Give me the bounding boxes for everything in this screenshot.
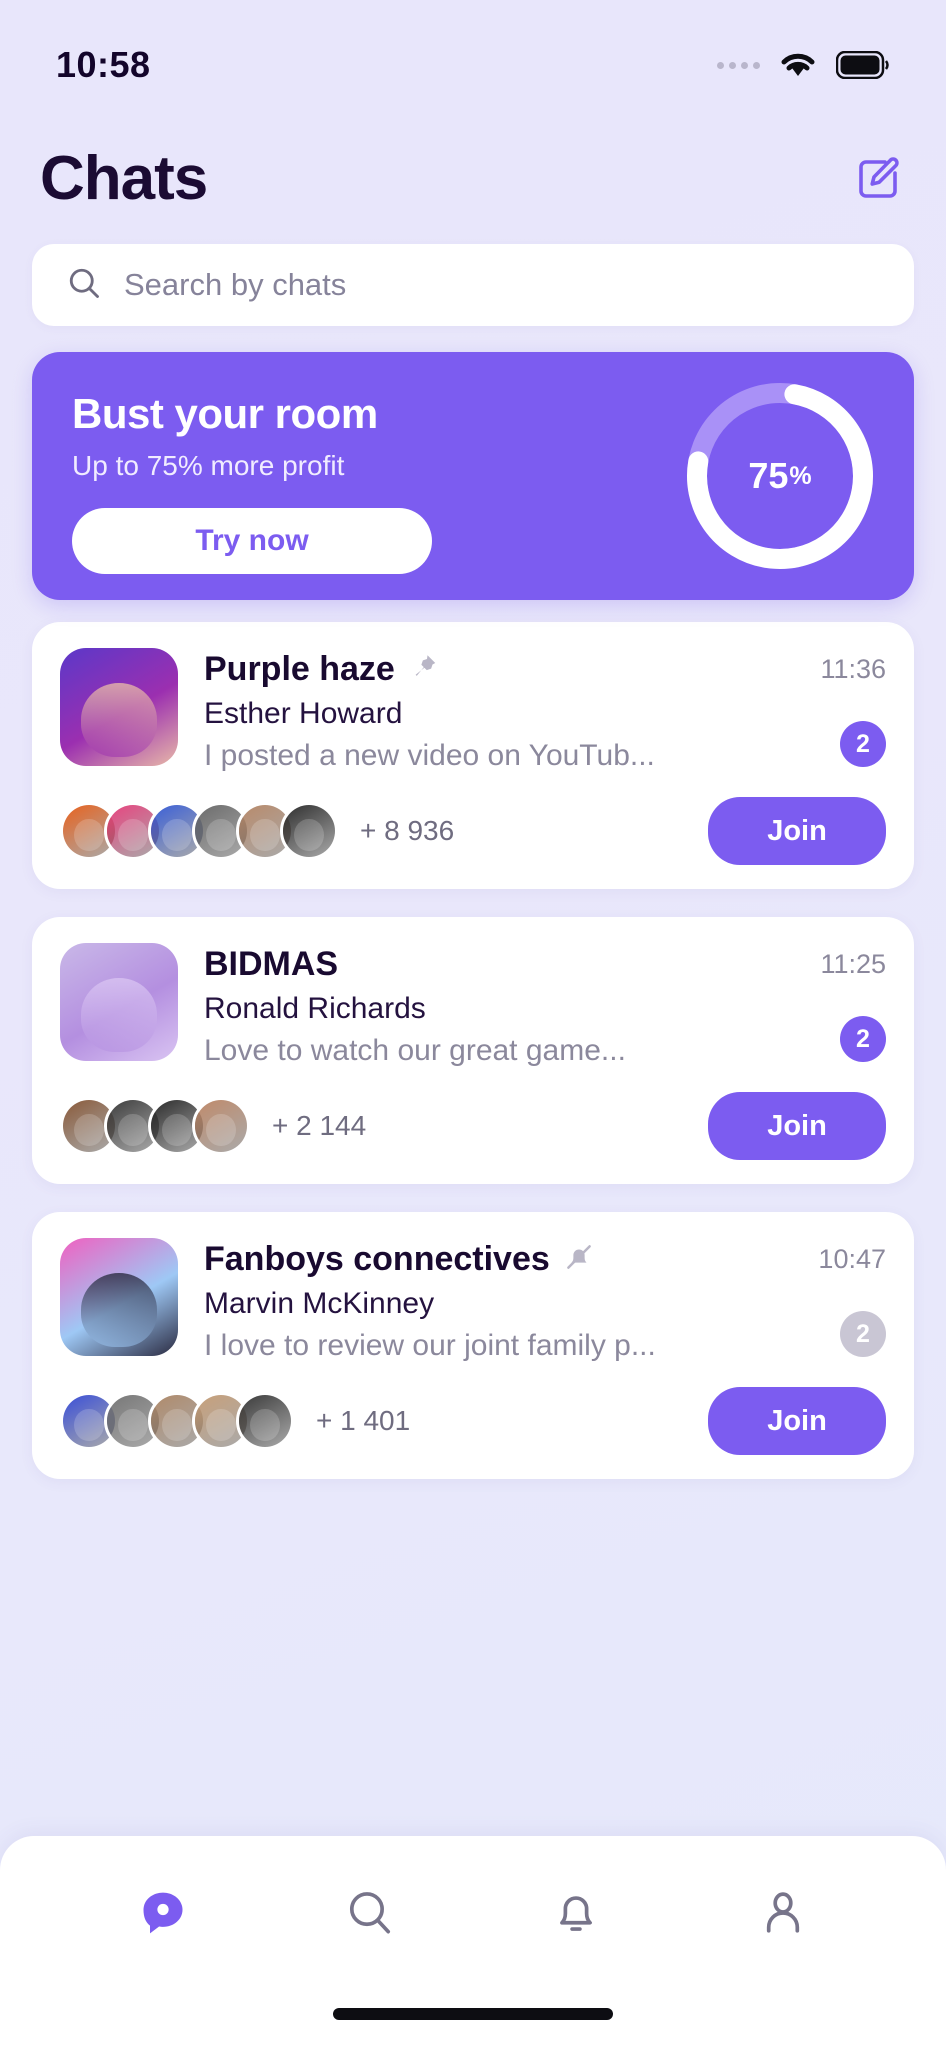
chat-sender: Esther Howard: [204, 697, 403, 730]
chat-card-meta: 11:25 2: [790, 943, 886, 1068]
chat-avatar: [60, 1238, 178, 1356]
search-section: Search by chats: [0, 234, 946, 326]
member-avatar: [236, 1392, 294, 1450]
chat-avatar: [60, 943, 178, 1061]
search-placeholder: Search by chats: [124, 267, 347, 302]
try-now-button[interactable]: Try now: [72, 508, 432, 574]
join-button[interactable]: Join: [708, 1092, 886, 1160]
chat-title: Purple haze: [204, 650, 395, 688]
chat-preview: I posted a new video on YouTub...: [204, 739, 655, 772]
chat-card-meta: 10:47 2: [790, 1238, 886, 1363]
member-avatar-stack: [60, 802, 338, 860]
status-time: 10:58: [56, 44, 151, 85]
bottom-tab-bar: [0, 1836, 946, 2048]
page-title: Chats: [40, 144, 208, 213]
wifi-icon: [778, 50, 818, 80]
chat-title-row: BIDMAS: [204, 945, 764, 984]
chat-card-main: Fanboys connectives Marvin McKinney I love…: [60, 1238, 886, 1363]
chat-card-footer: + 2 144 Join: [60, 1092, 886, 1160]
chat-card-meta: 11:36 2: [790, 648, 886, 773]
chat-sender: Ronald Richards: [204, 992, 426, 1025]
bell-muted-icon: [564, 1242, 594, 1277]
chat-card-footer: + 1 401 Join: [60, 1387, 886, 1455]
promo-banner-section: Bust your room Up to 75% more profit Try…: [0, 326, 946, 600]
member-avatar-stack: [60, 1392, 294, 1450]
progress-value: 75: [748, 455, 789, 496]
member-avatar: [192, 1097, 250, 1155]
progress-ring: 75%: [680, 376, 880, 576]
chat-card[interactable]: Fanboys connectives Marvin McKinney I love…: [32, 1212, 914, 1479]
chat-timestamp: 11:36: [820, 654, 886, 684]
chat-card-text: Purple haze Esther Howard I posted a new v…: [204, 648, 764, 773]
compose-edit-icon[interactable]: [850, 151, 906, 207]
chat-title-row: Purple haze: [204, 650, 764, 689]
tab-search[interactable]: [335, 1878, 405, 1948]
unread-badge: 2: [840, 1311, 886, 1357]
chat-preview: Love to watch our great game...: [204, 1034, 626, 1067]
tab-notifications[interactable]: [541, 1878, 611, 1948]
chat-timestamp: 11:25: [820, 949, 886, 979]
chat-title: Fanboys connectives: [204, 1240, 550, 1278]
search-icon: [66, 265, 102, 306]
home-indicator: [333, 2008, 613, 2020]
try-now-label: Try now: [195, 524, 309, 557]
progress-percent-sign: %: [789, 461, 812, 490]
pin-icon: [409, 652, 439, 687]
chat-sender: Marvin McKinney: [204, 1287, 435, 1320]
chat-card-text: BIDMAS Ronald Richards Love to watch our g…: [204, 943, 764, 1068]
member-more-count: + 2 144: [272, 1110, 367, 1141]
chat-avatar: [60, 648, 178, 766]
chat-preview: I love to review our joint family p...: [204, 1329, 656, 1362]
chat-list: Purple haze Esther Howard I posted a new v…: [0, 600, 946, 1479]
member-more-count: + 8 936: [360, 815, 455, 846]
unread-badge: 2: [840, 1016, 886, 1062]
tab-profile[interactable]: [748, 1878, 818, 1948]
chat-card-footer: + 8 936 Join: [60, 797, 886, 865]
progress-ring-label: 75%: [680, 376, 880, 576]
status-indicators: [717, 50, 890, 80]
promo-banner[interactable]: Bust your room Up to 75% more profit Try…: [32, 352, 914, 600]
tab-chats[interactable]: [128, 1878, 198, 1948]
member-more-count: + 1 401: [316, 1405, 411, 1436]
search-input[interactable]: Search by chats: [32, 244, 914, 326]
unread-badge: 2: [840, 721, 886, 767]
chat-card[interactable]: BIDMAS Ronald Richards Love to watch our g…: [32, 917, 914, 1184]
chat-card-text: Fanboys connectives Marvin McKinney I love…: [204, 1238, 764, 1363]
page-header: Chats: [0, 100, 946, 234]
chat-timestamp: 10:47: [818, 1244, 886, 1274]
chat-card-main: Purple haze Esther Howard I posted a new v…: [60, 648, 886, 773]
chat-card[interactable]: Purple haze Esther Howard I posted a new v…: [32, 622, 914, 889]
join-button[interactable]: Join: [708, 797, 886, 865]
signal-dots-icon: [717, 61, 760, 69]
status-bar: 10:58: [0, 0, 946, 100]
chat-card-main: BIDMAS Ronald Richards Love to watch our g…: [60, 943, 886, 1068]
member-avatar: [280, 802, 338, 860]
join-button[interactable]: Join: [708, 1387, 886, 1455]
chat-title-row: Fanboys connectives: [204, 1240, 764, 1279]
chat-title: BIDMAS: [204, 945, 339, 983]
member-avatar-stack: [60, 1097, 250, 1155]
battery-icon: [836, 51, 890, 79]
